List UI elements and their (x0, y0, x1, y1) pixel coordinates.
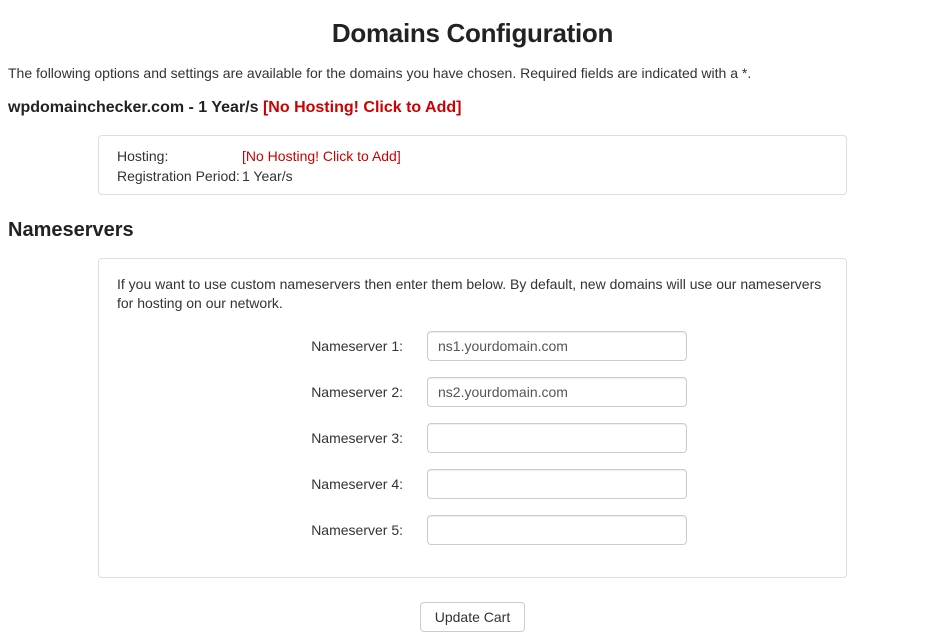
ns-label-2: Nameserver 2: (117, 384, 427, 400)
ns-row-1: Nameserver 1: (117, 331, 828, 361)
no-hosting-badge[interactable]: [No Hosting! Click to Add] (263, 99, 462, 116)
domain-details-panel: Hosting: [No Hosting! Click to Add] Regi… (98, 135, 847, 195)
ns-input-5[interactable] (427, 515, 687, 545)
ns-row-3: Nameserver 3: (117, 423, 828, 453)
ns-input-2[interactable] (427, 377, 687, 407)
regperiod-label: Registration Period: (117, 168, 242, 184)
detail-row-regperiod: Registration Period: 1 Year/s (117, 168, 828, 184)
domain-period: 1 Year/s (198, 99, 258, 116)
page-title: Domains Configuration (8, 18, 937, 49)
domain-summary: wpdomainchecker.com - 1 Year/s [No Hosti… (8, 99, 937, 117)
update-cart-button[interactable]: Update Cart (420, 602, 525, 632)
dash-sep: - (189, 99, 199, 116)
ns-label-5: Nameserver 5: (117, 522, 427, 538)
ns-label-4: Nameserver 4: (117, 476, 427, 492)
regperiod-value: 1 Year/s (242, 168, 293, 184)
ns-input-3[interactable] (427, 423, 687, 453)
ns-input-1[interactable] (427, 331, 687, 361)
ns-label-3: Nameserver 3: (117, 430, 427, 446)
ns-row-4: Nameserver 4: (117, 469, 828, 499)
hosting-label: Hosting: (117, 148, 242, 164)
nameservers-desc: If you want to use custom nameservers th… (117, 275, 828, 313)
nameservers-panel: If you want to use custom nameservers th… (98, 258, 847, 578)
hosting-add-link[interactable]: [No Hosting! Click to Add] (242, 148, 401, 164)
nameservers-heading: Nameservers (8, 219, 937, 242)
ns-row-2: Nameserver 2: (117, 377, 828, 407)
detail-row-hosting: Hosting: [No Hosting! Click to Add] (117, 148, 828, 164)
actions-row: Update Cart (8, 602, 937, 632)
domain-name: wpdomainchecker.com (8, 99, 184, 116)
ns-label-1: Nameserver 1: (117, 338, 427, 354)
ns-row-5: Nameserver 5: (117, 515, 828, 545)
intro-text: The following options and settings are a… (8, 65, 937, 81)
ns-input-4[interactable] (427, 469, 687, 499)
